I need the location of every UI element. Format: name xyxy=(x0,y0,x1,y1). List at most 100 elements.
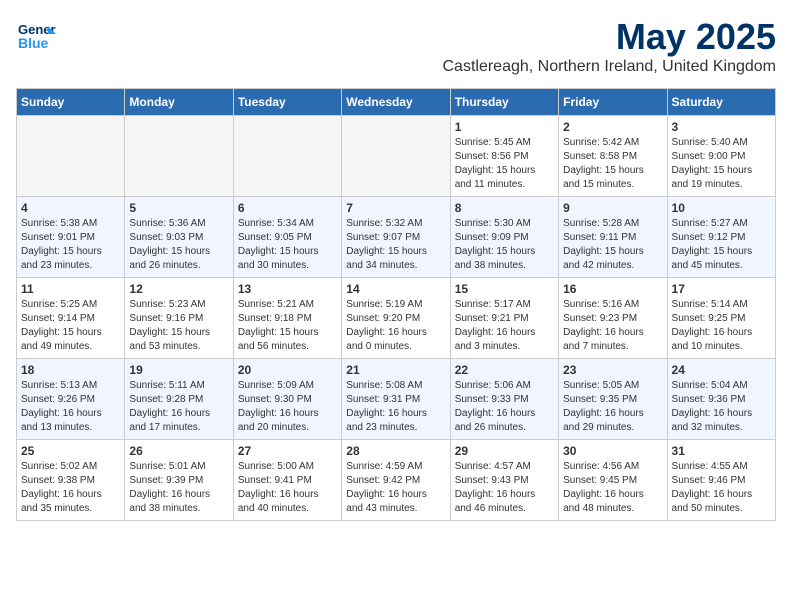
day-number: 14 xyxy=(346,282,445,296)
table-row: 27 Sunrise: 5:00 AMSunset: 9:41 PMDayligh… xyxy=(233,440,341,521)
day-info: Sunrise: 5:04 AMSunset: 9:36 PMDaylight:… xyxy=(672,379,771,435)
day-number: 2 xyxy=(563,120,662,134)
day-info: Sunrise: 5:05 AMSunset: 9:35 PMDaylight:… xyxy=(563,379,662,435)
logo-icon: General Blue xyxy=(16,16,56,56)
table-row xyxy=(233,116,341,197)
day-info: Sunrise: 5:16 AMSunset: 9:23 PMDaylight:… xyxy=(563,298,662,354)
col-wednesday: Wednesday xyxy=(342,89,450,116)
day-number: 12 xyxy=(129,282,228,296)
calendar-subtitle: Castlereagh, Northern Ireland, United Ki… xyxy=(442,58,776,76)
day-number: 19 xyxy=(129,363,228,377)
table-row: 18Sunrise: 5:13 AMSunset: 9:26 PMDayligh… xyxy=(17,359,125,440)
col-monday: Monday xyxy=(125,89,233,116)
table-row: 23 Sunrise: 5:05 AMSunset: 9:35 PMDayligh… xyxy=(559,359,667,440)
day-number: 16 xyxy=(563,282,662,296)
calendar-week-row: 4Sunrise: 5:38 AMSunset: 9:01 PMDaylight… xyxy=(17,197,776,278)
calendar-header-row: Sunday Monday Tuesday Wednesday Thursday… xyxy=(17,89,776,116)
table-row: 20Sunrise: 5:09 AMSunset: 9:30 PMDayligh… xyxy=(233,359,341,440)
day-info: Sunrise: 5:45 AMSunset: 8:56 PMDaylight:… xyxy=(455,136,554,192)
calendar-table: Sunday Monday Tuesday Wednesday Thursday… xyxy=(16,88,776,521)
day-number: 27 xyxy=(238,444,337,458)
table-row: 26 Sunrise: 5:01 AMSunset: 9:39 PMDayligh… xyxy=(125,440,233,521)
table-row: 25 Sunrise: 5:02 AMSunset: 9:38 PMDayligh… xyxy=(17,440,125,521)
day-info: Sunrise: 5:25 AMSunset: 9:14 PMDaylight:… xyxy=(21,298,120,354)
day-info: Sunrise: 4:59 AMSunset: 9:42 PMDaylight:… xyxy=(346,460,445,516)
col-sunday: Sunday xyxy=(17,89,125,116)
day-info: Sunrise: 5:19 AMSunset: 9:20 PMDaylight:… xyxy=(346,298,445,354)
day-info: Sunrise: 4:57 AMSunset: 9:43 PMDaylight:… xyxy=(455,460,554,516)
day-info: Sunrise: 5:23 AMSunset: 9:16 PMDaylight:… xyxy=(129,298,228,354)
calendar-title: May 2025 xyxy=(442,16,776,58)
table-row: 29 Sunrise: 4:57 AMSunset: 9:43 PMDayligh… xyxy=(450,440,558,521)
day-info: Sunrise: 5:32 AMSunset: 9:07 PMDaylight:… xyxy=(346,217,445,273)
day-info: Sunrise: 5:17 AMSunset: 9:21 PMDaylight:… xyxy=(455,298,554,354)
day-number: 11 xyxy=(21,282,120,296)
col-tuesday: Tuesday xyxy=(233,89,341,116)
table-row: 24 Sunrise: 5:04 AMSunset: 9:36 PMDayligh… xyxy=(667,359,775,440)
table-row: 28 Sunrise: 4:59 AMSunset: 9:42 PMDayligh… xyxy=(342,440,450,521)
day-info: Sunrise: 5:36 AMSunset: 9:03 PMDaylight:… xyxy=(129,217,228,273)
table-row: 30 Sunrise: 4:56 AMSunset: 9:45 PMDayligh… xyxy=(559,440,667,521)
day-info: Sunrise: 5:30 AMSunset: 9:09 PMDaylight:… xyxy=(455,217,554,273)
day-number: 24 xyxy=(672,363,771,377)
day-number: 6 xyxy=(238,201,337,215)
table-row: 2 Sunrise: 5:42 AMSunset: 8:58 PMDaylight… xyxy=(559,116,667,197)
table-row: 8 Sunrise: 5:30 AMSunset: 9:09 PMDaylight… xyxy=(450,197,558,278)
title-section: May 2025 Castlereagh, Northern Ireland, … xyxy=(442,16,776,84)
table-row: 15 Sunrise: 5:17 AMSunset: 9:21 PMDayligh… xyxy=(450,278,558,359)
svg-text:Blue: Blue xyxy=(18,35,49,51)
day-info: Sunrise: 5:08 AMSunset: 9:31 PMDaylight:… xyxy=(346,379,445,435)
calendar-week-row: 25 Sunrise: 5:02 AMSunset: 9:38 PMDayligh… xyxy=(17,440,776,521)
day-info: Sunrise: 5:11 AMSunset: 9:28 PMDaylight:… xyxy=(129,379,228,435)
day-number: 29 xyxy=(455,444,554,458)
day-number: 21 xyxy=(346,363,445,377)
day-info: Sunrise: 4:55 AMSunset: 9:46 PMDaylight:… xyxy=(672,460,771,516)
logo: General Blue xyxy=(16,16,60,61)
day-number: 31 xyxy=(672,444,771,458)
col-saturday: Saturday xyxy=(667,89,775,116)
table-row: 14 Sunrise: 5:19 AMSunset: 9:20 PMDayligh… xyxy=(342,278,450,359)
day-info: Sunrise: 5:01 AMSunset: 9:39 PMDaylight:… xyxy=(129,460,228,516)
day-info: Sunrise: 5:02 AMSunset: 9:38 PMDaylight:… xyxy=(21,460,120,516)
day-info: Sunrise: 5:42 AMSunset: 8:58 PMDaylight:… xyxy=(563,136,662,192)
day-info: Sunrise: 5:34 AMSunset: 9:05 PMDaylight:… xyxy=(238,217,337,273)
table-row: 7 Sunrise: 5:32 AMSunset: 9:07 PMDaylight… xyxy=(342,197,450,278)
table-row: 9Sunrise: 5:28 AMSunset: 9:11 PMDaylight… xyxy=(559,197,667,278)
table-row xyxy=(342,116,450,197)
day-info: Sunrise: 4:56 AMSunset: 9:45 PMDaylight:… xyxy=(563,460,662,516)
day-number: 28 xyxy=(346,444,445,458)
day-number: 23 xyxy=(563,363,662,377)
table-row: 12 Sunrise: 5:23 AMSunset: 9:16 PMDayligh… xyxy=(125,278,233,359)
day-info: Sunrise: 5:00 AMSunset: 9:41 PMDaylight:… xyxy=(238,460,337,516)
day-number: 22 xyxy=(455,363,554,377)
table-row: 31 Sunrise: 4:55 AMSunset: 9:46 PMDayligh… xyxy=(667,440,775,521)
table-row: 13 Sunrise: 5:21 AMSunset: 9:18 PMDayligh… xyxy=(233,278,341,359)
calendar-week-row: 11 Sunrise: 5:25 AMSunset: 9:14 PMDayligh… xyxy=(17,278,776,359)
table-row: 1Sunrise: 5:45 AMSunset: 8:56 PMDaylight… xyxy=(450,116,558,197)
table-row xyxy=(125,116,233,197)
day-number: 13 xyxy=(238,282,337,296)
day-number: 17 xyxy=(672,282,771,296)
col-thursday: Thursday xyxy=(450,89,558,116)
day-info: Sunrise: 5:09 AMSunset: 9:30 PMDaylight:… xyxy=(238,379,337,435)
day-info: Sunrise: 5:21 AMSunset: 9:18 PMDaylight:… xyxy=(238,298,337,354)
table-row xyxy=(17,116,125,197)
day-number: 15 xyxy=(455,282,554,296)
day-info: Sunrise: 5:28 AMSunset: 9:11 PMDaylight:… xyxy=(563,217,662,273)
day-info: Sunrise: 5:14 AMSunset: 9:25 PMDaylight:… xyxy=(672,298,771,354)
col-friday: Friday xyxy=(559,89,667,116)
day-number: 25 xyxy=(21,444,120,458)
day-number: 10 xyxy=(672,201,771,215)
day-number: 7 xyxy=(346,201,445,215)
table-row: 19 Sunrise: 5:11 AMSunset: 9:28 PMDayligh… xyxy=(125,359,233,440)
day-number: 8 xyxy=(455,201,554,215)
day-info: Sunrise: 5:06 AMSunset: 9:33 PMDaylight:… xyxy=(455,379,554,435)
day-number: 5 xyxy=(129,201,228,215)
calendar-week-row: 1Sunrise: 5:45 AMSunset: 8:56 PMDaylight… xyxy=(17,116,776,197)
day-info: Sunrise: 5:27 AMSunset: 9:12 PMDaylight:… xyxy=(672,217,771,273)
table-row: 11 Sunrise: 5:25 AMSunset: 9:14 PMDayligh… xyxy=(17,278,125,359)
table-row: 21 Sunrise: 5:08 AMSunset: 9:31 PMDayligh… xyxy=(342,359,450,440)
table-row: 10 Sunrise: 5:27 AMSunset: 9:12 PMDayligh… xyxy=(667,197,775,278)
day-number: 26 xyxy=(129,444,228,458)
day-number: 30 xyxy=(563,444,662,458)
